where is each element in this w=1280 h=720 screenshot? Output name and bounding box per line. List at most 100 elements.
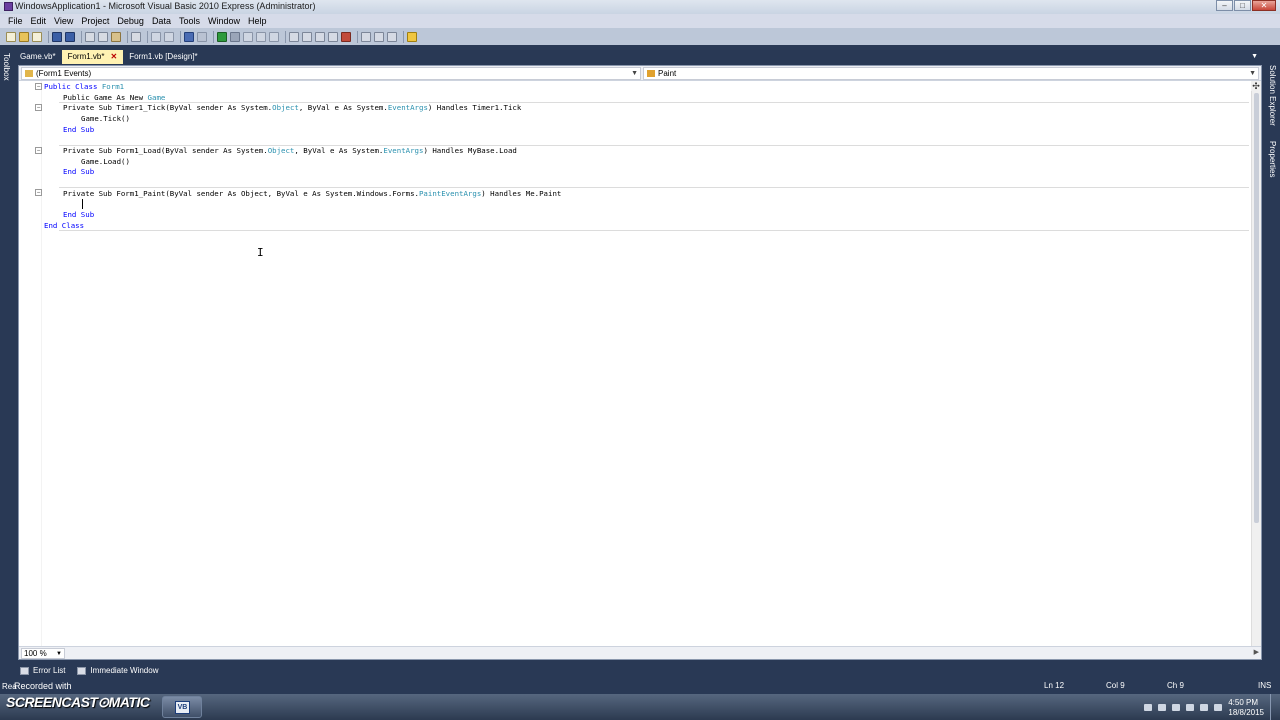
code-text: Private Sub Form1_Paint(ByVal sender As … [63,189,419,198]
properties-tab[interactable]: Properties [1268,141,1277,177]
step-into-icon[interactable] [243,31,253,42]
menu-data[interactable]: Data [148,16,175,26]
menu-help[interactable]: Help [244,16,271,26]
method-name-combo[interactable]: Paint ▼ [643,67,1259,80]
open-file-icon[interactable] [19,31,29,42]
tray-battery-icon[interactable] [1214,704,1222,711]
menu-view[interactable]: View [50,16,77,26]
code-text-area[interactable]: − − − − Public Class Form1 Public Game A… [19,81,1251,647]
toolbar-separator [285,30,286,43]
toolbox-tab[interactable]: Toolbox [2,53,11,81]
error-list-icon[interactable] [341,31,351,42]
code-text: Private Sub Timer1_Tick(ByVal sender As … [63,103,273,112]
maximize-button[interactable]: □ [1234,0,1251,11]
save-all-icon[interactable] [65,31,75,42]
clock-time[interactable]: 4:50 PM [1228,698,1258,707]
procedure-separator [59,230,1249,231]
close-tab-icon[interactable]: ✕ [110,52,117,61]
class-name-value: (Form1 Events) [36,69,92,78]
class-name-combo[interactable]: (Form1 Events) ▼ [21,67,641,80]
copy-icon[interactable] [98,31,108,42]
uncomment-icon[interactable] [164,31,174,42]
paste-icon[interactable] [111,31,121,42]
split-window-icon[interactable]: ✣ [1251,81,1261,91]
code-line-3: Private Sub Timer1_Tick(ByVal sender As … [63,102,521,113]
menu-project[interactable]: Project [77,16,113,26]
comment-icon[interactable] [151,31,161,42]
tab-label: Immediate Window [90,666,159,675]
recorded-with-label: Recorded with [14,681,72,691]
close-button[interactable]: ✕ [1252,0,1276,11]
options-icon[interactable] [407,31,417,42]
tray-app-icon[interactable] [1158,704,1166,711]
tab-form1-design[interactable]: Form1.vb [Design]* [123,50,203,64]
code-text: ) Handles Timer1.Tick [427,103,522,112]
properties-window-icon[interactable] [302,31,312,42]
tab-game-vb[interactable]: Game.vb* [14,50,62,64]
tab-form1-vb[interactable]: Form1.vb* ✕ [61,50,124,64]
new-project-icon[interactable] [6,31,16,42]
clock-date[interactable]: 18/8/2015 [1228,708,1264,717]
object-browser-icon[interactable] [315,31,325,42]
tray-flag-icon[interactable] [1172,704,1180,711]
start-page-icon[interactable] [374,31,384,42]
insert-mode-indicator: INS [1258,681,1272,690]
stop-debugging-icon[interactable] [230,31,240,42]
events-icon [25,70,33,77]
keyword: Public Class [44,82,102,91]
add-item-icon[interactable] [32,31,42,42]
step-out-icon[interactable] [269,31,279,42]
code-line-14: End Class [44,221,85,230]
start-debugging-icon[interactable] [217,31,227,42]
scrollbar-thumb[interactable] [1254,93,1259,523]
collapse-sub-icon[interactable]: − [35,104,42,111]
vertical-scrollbar[interactable] [1251,81,1261,647]
menu-tools[interactable]: Tools [175,16,204,26]
toolbar-separator [81,30,82,43]
menu-window[interactable]: Window [204,16,244,26]
tab-error-list[interactable]: Error List [14,664,71,678]
solution-explorer-tab[interactable]: Solution Explorer [1268,65,1277,126]
solution-explorer-icon[interactable] [289,31,299,42]
tab-immediate-window[interactable]: Immediate Window [71,664,164,678]
menu-file[interactable]: File [4,16,27,26]
collapse-class-icon[interactable]: − [35,83,42,90]
taskbar-visual-studio-button[interactable]: VB [162,696,202,718]
toolbox-strip: Toolbox [0,45,14,665]
editor-footer: 100 % ▼ ▶ [19,646,1261,659]
toolbar-separator [357,30,358,43]
menu-debug[interactable]: Debug [113,16,148,26]
tab-label: Error List [33,666,66,675]
code-editor: (Form1 Events) ▼ Paint ▼ − − − − Public … [18,65,1262,660]
save-icon[interactable] [52,31,62,42]
toolbar-separator [403,30,404,43]
step-over-icon[interactable] [256,31,266,42]
output-window-icon[interactable] [361,31,371,42]
menu-bar: File Edit View Project Debug Data Tools … [0,14,1280,28]
cut-icon[interactable] [85,31,95,42]
collapse-sub-icon[interactable]: − [35,189,42,196]
tray-volume-icon[interactable] [1200,704,1208,711]
toolbox-icon[interactable] [328,31,338,42]
tray-arrow-icon[interactable] [1144,704,1152,711]
navigation-bar: (Form1 Events) ▼ Paint ▼ [19,66,1261,81]
toolbar-separator [48,30,49,43]
tray-network-icon[interactable] [1186,704,1194,711]
text-caret [82,199,83,209]
collapse-sub-icon[interactable]: − [35,147,42,154]
zoom-combo[interactable]: 100 % ▼ [21,648,65,659]
type-name: PaintEventArgs [418,189,482,198]
redo-icon[interactable] [197,31,207,42]
active-files-dropdown-icon[interactable]: ▼ [1251,53,1258,60]
code-line-7: Private Sub Form1_Load(ByVal sender As S… [63,145,517,156]
find-icon[interactable] [131,31,141,42]
visual-basic-icon [4,2,13,11]
show-desktop-button[interactable] [1270,694,1280,720]
minimize-button[interactable]: – [1216,0,1233,11]
undo-icon[interactable] [184,31,194,42]
code-text: Public Game As New [63,93,148,102]
menu-edit[interactable]: Edit [27,16,51,26]
scroll-right-icon[interactable]: ▶ [1254,648,1259,656]
code-line-4: Game.Tick() [81,114,130,123]
extension-manager-icon[interactable] [387,31,397,42]
